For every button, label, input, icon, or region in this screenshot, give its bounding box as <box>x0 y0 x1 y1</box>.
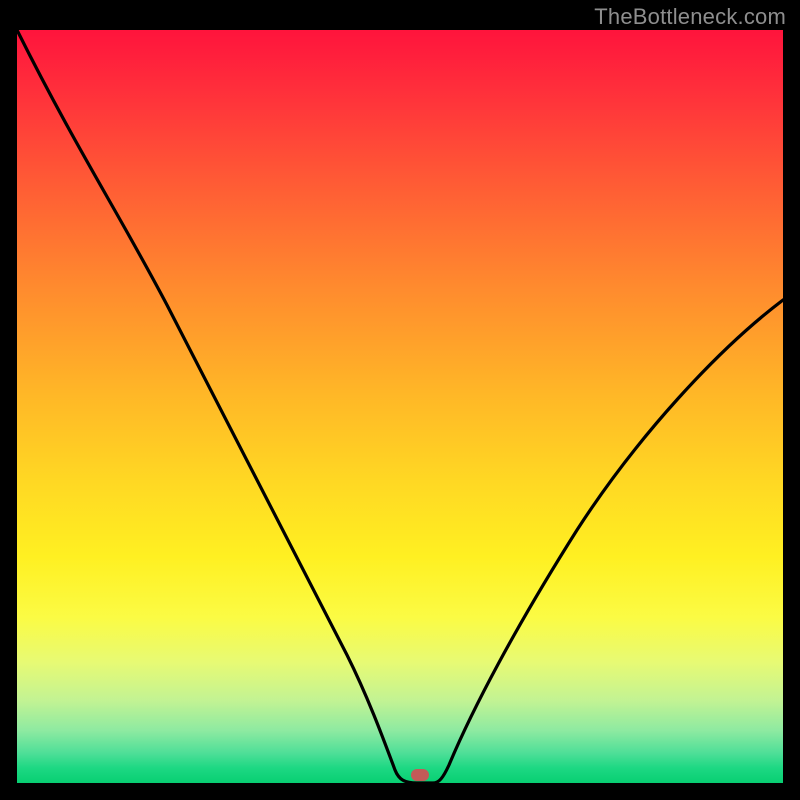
bottleneck-curve <box>17 30 783 783</box>
minimum-marker <box>411 769 429 781</box>
chart-plot-area <box>17 30 783 783</box>
chart-frame: TheBottleneck.com <box>0 0 800 800</box>
curve-path <box>17 30 783 783</box>
watermark-text: TheBottleneck.com <box>594 4 786 30</box>
